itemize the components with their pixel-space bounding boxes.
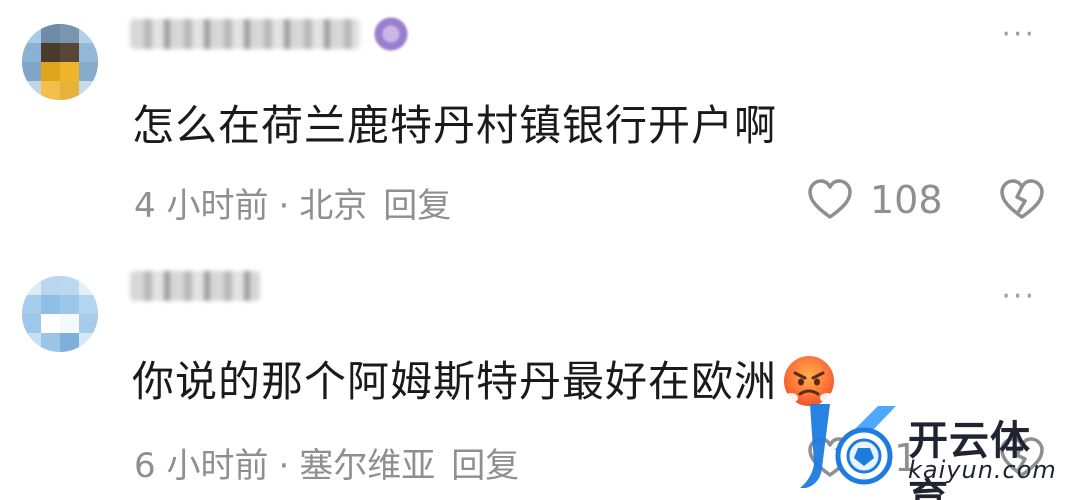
meta-separator: · [278, 186, 290, 226]
avatar-pixelated-image [22, 24, 98, 100]
comment-text: 你说的那个阿姆斯特丹最好在欧洲 [132, 348, 837, 413]
comment-list: ··· 怎么在荷兰鹿特丹村镇银行开户啊 4 小时前 · 北京 回复 108 ··… [0, 0, 1080, 500]
kaiyun-logo-icon [800, 404, 896, 488]
comment-location: 塞尔维亚 [299, 446, 436, 486]
comment-time: 4 小时前 [134, 186, 269, 226]
comment-item: ··· 怎么在荷兰鹿特丹村镇银行开户啊 4 小时前 · 北京 回复 108 [0, 0, 1080, 250]
watermark-brand: 开云体育 [908, 418, 1031, 500]
comment-meta: 6 小时前 · 塞尔维亚 回复 [134, 438, 519, 487]
username-redacted[interactable] [130, 266, 260, 306]
avatar[interactable] [22, 276, 98, 352]
comment-location: 北京 [299, 186, 368, 226]
broken-heart-icon [1000, 179, 1044, 219]
like-button[interactable]: 108 [806, 176, 943, 224]
reply-button[interactable]: 回复 [451, 446, 519, 486]
dislike-button[interactable] [998, 176, 1046, 224]
comment-meta: 4 小时前 · 北京 回复 [134, 178, 451, 227]
redacted-name-block [130, 19, 360, 49]
avatar[interactable] [22, 24, 98, 100]
comment-text: 怎么在荷兰鹿特丹村镇银行开户啊 [132, 101, 778, 150]
more-options-button[interactable]: ··· [1001, 20, 1036, 50]
reply-button[interactable]: 回复 [383, 186, 451, 226]
more-options-button[interactable]: ··· [1001, 282, 1036, 312]
heart-outline-icon [808, 179, 852, 219]
redacted-name-block [130, 271, 260, 301]
avatar-pixelated-image [22, 276, 98, 352]
user-badge-icon [374, 17, 408, 51]
watermark-logo: 开云体育 kaiyun.com [800, 398, 1070, 500]
comment-text-body: 你说的那个阿姆斯特丹最好在欧洲 [132, 357, 778, 406]
username-redacted[interactable] [130, 14, 408, 54]
meta-separator: · [278, 446, 290, 486]
like-count: 108 [870, 178, 943, 222]
watermark-domain: kaiyun.com [908, 456, 1057, 484]
comment-time: 6 小时前 [134, 446, 269, 486]
